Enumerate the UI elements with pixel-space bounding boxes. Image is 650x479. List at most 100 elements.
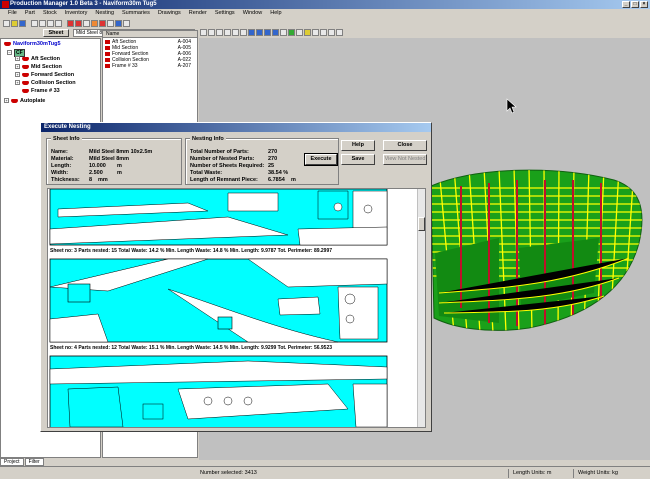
sheet-button[interactable]: Sheet	[43, 29, 69, 37]
sheet-info-title: Sheet Info	[51, 136, 82, 142]
menu-drawings[interactable]: Drawings	[154, 9, 185, 18]
tree-item-autoplate[interactable]: + Autoplate	[4, 98, 45, 104]
width-unit: m	[117, 170, 122, 176]
zoom-in-icon[interactable]	[200, 29, 207, 36]
paste-icon[interactable]	[55, 19, 62, 27]
execute-button[interactable]: Execute	[304, 153, 338, 166]
total-waste-label: Total Waste:	[190, 170, 223, 176]
width-value: 2.500	[89, 170, 103, 176]
section-icon[interactable]	[328, 29, 335, 36]
menu-stock[interactable]: Stock	[39, 9, 61, 18]
sheet-info-group: Sheet Info Name: Mild Steel 8mm 10x2.5m …	[46, 136, 182, 185]
wireframe-icon[interactable]	[280, 29, 287, 36]
expand-icon[interactable]: +	[4, 98, 9, 104]
maximize-button[interactable]: □	[631, 1, 639, 8]
menu-file[interactable]: File	[4, 9, 21, 18]
render-icon[interactable]	[99, 19, 106, 27]
open-icon[interactable]	[11, 19, 18, 27]
menu-inventory[interactable]: Inventory	[61, 9, 92, 18]
report-icon[interactable]	[107, 19, 114, 27]
expand-icon[interactable]: +	[15, 64, 20, 70]
tree-item-forward-section[interactable]: + Forward Section	[15, 72, 74, 78]
menu-summaries[interactable]: Summaries	[118, 9, 154, 18]
tree-item-collision-section[interactable]: + Collision Section	[15, 80, 76, 86]
total-waste-value: 38.54 %	[268, 170, 289, 176]
menu-nesting[interactable]: Nesting	[91, 9, 118, 18]
section-icon	[22, 64, 29, 69]
sheet-3-caption: Sheet no: 3 Parts nested: 15 Total Waste…	[50, 248, 332, 254]
rotate-icon[interactable]	[240, 29, 247, 36]
minimize-button[interactable]: _	[622, 1, 630, 8]
zoom-window-icon[interactable]	[216, 29, 223, 36]
nest-icon[interactable]	[91, 19, 98, 27]
tree-root[interactable]: Naviform30mTug5	[4, 41, 61, 47]
execute-nesting-dialog: Execute Nesting Sheet Info Name: Mild St…	[40, 122, 432, 432]
tree-item-frame-33[interactable]: Frame # 33	[22, 88, 60, 94]
title-bar: Production Manager 1.0 Beta 3 - Naviform…	[0, 0, 650, 9]
save-button[interactable]: Save	[341, 154, 375, 165]
mouse-cursor-icon	[506, 98, 517, 114]
expand-icon[interactable]: +	[15, 72, 20, 78]
list-item[interactable]: Frame # 33 A-207	[105, 63, 197, 69]
save-icon[interactable]	[19, 19, 26, 27]
tab-project[interactable]: Project	[0, 458, 24, 466]
view-iso-icon[interactable]	[272, 29, 279, 36]
pan-icon[interactable]	[232, 29, 239, 36]
remnant-value: 6.7854	[268, 177, 285, 183]
list-header-name[interactable]: Name	[103, 31, 197, 38]
section-icon	[105, 63, 110, 68]
nesting-info-title: Nesting Info	[190, 136, 226, 142]
measure-icon[interactable]	[320, 29, 327, 36]
width-label: Width:	[51, 170, 69, 176]
view-side-icon[interactable]	[256, 29, 263, 36]
help-icon[interactable]	[123, 19, 130, 27]
help-button[interactable]: Help	[341, 140, 375, 151]
collapse-icon[interactable]: −	[7, 50, 12, 56]
expand-icon[interactable]: +	[15, 56, 20, 62]
close-button[interactable]: Close	[383, 140, 427, 151]
zoom-out-icon[interactable]	[208, 29, 215, 36]
drawing-icon[interactable]	[115, 19, 122, 27]
grid-icon[interactable]	[312, 29, 319, 36]
menu-settings[interactable]: Settings	[211, 9, 239, 18]
view-top-icon[interactable]	[264, 29, 271, 36]
window-title: Production Manager 1.0 Beta 3 - Naviform…	[10, 1, 157, 7]
select-icon[interactable]	[336, 29, 343, 36]
view-front-icon[interactable]	[248, 29, 255, 36]
expand-icon[interactable]: +	[15, 80, 20, 86]
view-not-nested-button[interactable]: View Not Nested	[383, 154, 427, 165]
total-parts-label: Total Number of Parts:	[190, 149, 249, 155]
scroll-thumb[interactable]	[418, 217, 425, 231]
light-icon[interactable]	[304, 29, 311, 36]
length-unit: m	[117, 163, 122, 169]
print-icon[interactable]	[31, 19, 38, 27]
nested-parts-label: Number of Nested Parts:	[190, 156, 255, 162]
nested-parts-value: 270	[268, 156, 278, 162]
nested-sheet-3	[49, 189, 388, 246]
menu-help[interactable]: Help	[266, 9, 285, 18]
tree-item-mid-section[interactable]: + Mid Section	[15, 64, 62, 70]
copy-icon[interactable]	[47, 19, 54, 27]
ship-icon	[4, 41, 11, 46]
vertical-scrollbar[interactable]	[417, 189, 425, 427]
remnant-unit: m	[291, 177, 296, 183]
hidden-line-icon[interactable]	[296, 29, 303, 36]
shaded-icon[interactable]	[288, 29, 295, 36]
sheet-name-label: Name:	[51, 149, 68, 155]
stock-icon[interactable]	[83, 19, 90, 27]
total-parts-value: 270	[268, 149, 278, 155]
menu-part[interactable]: Part	[21, 9, 39, 18]
menu-window[interactable]: Window	[239, 9, 267, 18]
assembly-icon[interactable]	[75, 19, 82, 27]
cut-icon[interactable]	[39, 19, 46, 27]
new-icon[interactable]	[3, 19, 10, 27]
tab-filter[interactable]: Filter	[24, 458, 44, 466]
zoom-all-icon[interactable]	[224, 29, 231, 36]
nesting-layout-view[interactable]: Sheet no: 3 Parts nested: 15 Total Waste…	[47, 188, 426, 428]
close-window-button[interactable]: ×	[640, 1, 648, 8]
part-icon[interactable]	[67, 19, 74, 27]
tree-item-aft-section[interactable]: + Aft Section	[15, 56, 60, 62]
menu-render[interactable]: Render	[185, 9, 211, 18]
remnant-label: Length of Remnant Piece:	[190, 177, 258, 183]
nested-sheet-5	[49, 355, 388, 427]
